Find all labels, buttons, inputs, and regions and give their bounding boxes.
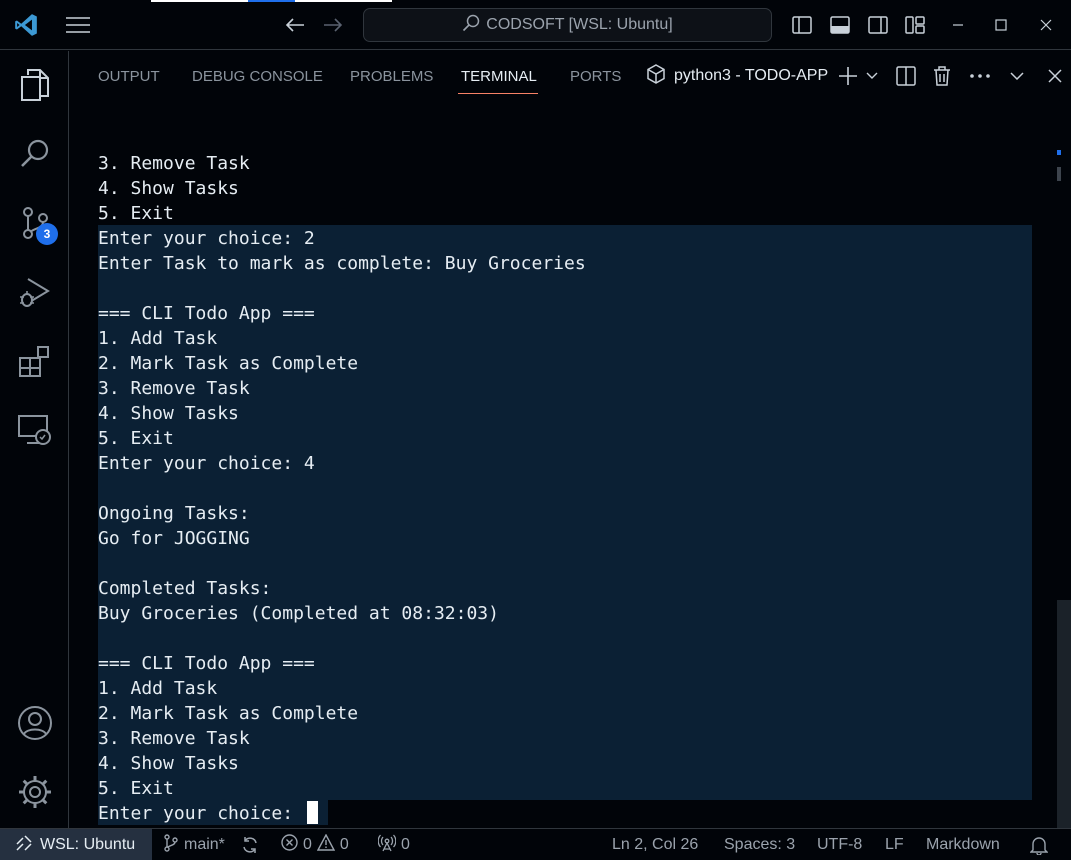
minimize-icon[interactable] (942, 0, 974, 50)
run-debug-icon[interactable] (0, 264, 69, 320)
tab-ports[interactable]: PORTS (570, 51, 621, 101)
terminal-line: Completed Tasks: (98, 578, 272, 599)
remote-explorer-icon[interactable] (0, 402, 69, 458)
terminal-line: Enter your choice: 2 (98, 228, 315, 249)
terminal-shell-icon (646, 63, 666, 89)
search-icon (462, 14, 480, 37)
terminal-line: === CLI Todo App === (98, 303, 315, 324)
terminal-line: Enter your choice: 4 (98, 453, 315, 474)
command-center-label: CODSOFT [WSL: Ubuntu] (486, 16, 673, 33)
indentation[interactable]: Spaces: 3 (724, 829, 795, 860)
scrollbar-marker (1057, 150, 1061, 155)
terminal-selector[interactable]: python3 - TODO-APP (646, 51, 828, 101)
title-bar: CODSOFT [WSL: Ubuntu] (0, 0, 1071, 50)
warning-count: 0 (339, 836, 349, 853)
maximize-icon[interactable] (985, 0, 1017, 50)
branch-indicator[interactable]: main* (163, 829, 225, 860)
terminal-name: python3 - TODO-APP (674, 67, 829, 84)
remote-icon (16, 834, 32, 856)
language-mode[interactable]: Markdown (926, 829, 1000, 860)
remote-label: WSL: Ubuntu (40, 836, 136, 853)
window-edge-strip (151, 0, 248, 2)
tab-output[interactable]: OUTPUT (98, 51, 160, 101)
bell-icon[interactable] (1030, 829, 1048, 860)
explorer-icon[interactable] (0, 57, 69, 113)
scrollbar-marker (1057, 167, 1061, 181)
error-count: 0 (303, 836, 312, 853)
end-of-line[interactable]: LF (885, 829, 904, 860)
close-panel-icon[interactable] (1044, 51, 1066, 101)
close-icon[interactable] (1030, 0, 1062, 50)
terminal-line: 5. Exit (98, 778, 174, 799)
terminal-line: 3. Remove Task (98, 728, 250, 749)
terminal-line: 3. Remove Task (98, 378, 250, 399)
split-terminal-icon[interactable] (893, 51, 919, 101)
hamburger-menu-icon[interactable] (60, 0, 96, 50)
active-tab-indicator (458, 93, 538, 94)
manage-gear-icon[interactable] (0, 764, 69, 820)
terminal-line: 1. Add Task (98, 328, 218, 349)
terminal-line: 4. Show Tasks (98, 403, 239, 424)
terminal-line: 4. Show Tasks (98, 178, 239, 199)
ports-count: 0 (401, 836, 410, 853)
terminal-line: Enter Task to mark as complete: Buy Groc… (98, 253, 586, 274)
arrow-right-icon[interactable] (318, 0, 348, 50)
terminal-line: 5. Exit (98, 203, 174, 224)
chevron-down-icon[interactable] (864, 51, 880, 101)
remote-indicator[interactable]: WSL: Ubuntu (0, 829, 152, 860)
vscode-logo (8, 0, 44, 50)
terminal-line: Buy Groceries (Completed at 08:32:03) (98, 603, 499, 624)
terminal-scrollbar[interactable] (1057, 600, 1071, 828)
command-center-search[interactable]: CODSOFT [WSL: Ubuntu] (363, 8, 772, 42)
status-bar: WSL: Ubuntu main* 0 0 0 Ln 2, Col 26 Spa… (0, 828, 1071, 860)
trash-icon[interactable] (929, 51, 955, 101)
tab-debug-console[interactable]: DEBUG CONSOLE (192, 51, 323, 101)
toggle-primary-sidebar-icon[interactable] (787, 0, 817, 50)
terminal-line: Enter your choice: (98, 803, 304, 824)
terminal-line: Ongoing Tasks: (98, 503, 250, 524)
accounts-icon[interactable] (0, 695, 69, 751)
extensions-icon[interactable] (0, 333, 69, 389)
git-branch-icon (163, 833, 179, 857)
more-actions-icon[interactable] (966, 51, 994, 101)
terminal-line: 2. Mark Task as Complete (98, 703, 359, 724)
terminal-cursor (307, 801, 318, 824)
customize-layout-icon[interactable] (900, 0, 930, 50)
search-icon[interactable] (0, 126, 69, 182)
terminal-output[interactable]: 3. Remove Task 4. Show Tasks 5. Exit Enter … (70, 101, 1071, 828)
source-control-badge: 3 (36, 223, 58, 245)
terminal-line: 2. Mark Task as Complete (98, 353, 359, 374)
ports-indicator[interactable]: 0 (377, 829, 410, 860)
terminal-line: 4. Show Tasks (98, 753, 239, 774)
activity-bar: 3 (0, 51, 69, 828)
tab-problems[interactable]: PROBLEMS (350, 51, 433, 101)
sync-icon[interactable] (241, 829, 259, 860)
toggle-panel-icon[interactable] (825, 0, 855, 50)
cursor-position[interactable]: Ln 2, Col 26 (612, 829, 698, 860)
warning-icon (316, 833, 336, 856)
terminal-line: 5. Exit (98, 428, 174, 449)
branch-label: main* (184, 836, 225, 853)
terminal-line: 3. Remove Task (98, 153, 250, 174)
broadcast-icon (377, 834, 397, 857)
terminal-line: 1. Add Task (98, 678, 218, 699)
error-icon (281, 834, 298, 856)
problems-indicator[interactable]: 0 0 (281, 829, 349, 860)
maximize-panel-chevron-icon[interactable] (1006, 51, 1028, 101)
terminal-line: === CLI Todo App === (98, 653, 315, 674)
terminal-lines: 3. Remove Task 4. Show Tasks 5. Exit Enter … (98, 151, 586, 826)
terminal-line: Go for JOGGING (98, 528, 250, 549)
toggle-secondary-sidebar-icon[interactable] (863, 0, 893, 50)
new-terminal-plus-icon[interactable] (836, 51, 860, 101)
source-control-icon[interactable]: 3 (0, 195, 69, 251)
encoding[interactable]: UTF-8 (817, 829, 862, 860)
arrow-left-icon[interactable] (280, 0, 310, 50)
